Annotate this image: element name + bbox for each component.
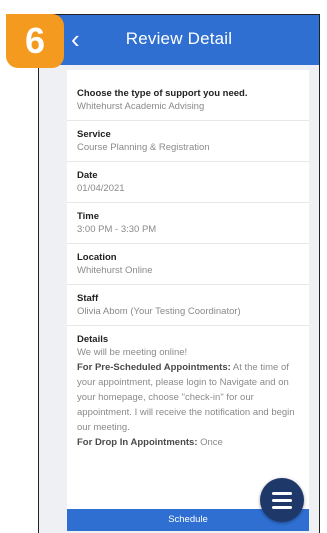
field-label: Choose the type of support you need.: [77, 88, 248, 99]
menu-icon: [272, 492, 292, 495]
field-value: 01/04/2021: [77, 183, 125, 194]
divider: [67, 284, 309, 285]
details-text: We will be meeting online! For Pre-Sched…: [67, 345, 309, 450]
field-value: Course Planning & Registration: [77, 142, 210, 153]
review-card: Choose the type of support you need. Whi…: [67, 70, 309, 530]
details-line: We will be meeting online!: [77, 347, 188, 358]
divider: [67, 120, 309, 121]
divider: [67, 161, 309, 162]
date-field: Date 01/04/2021: [67, 170, 309, 194]
details-paragraph-text: Once: [197, 437, 223, 448]
app-header: ‹ Review Detail: [39, 15, 319, 65]
details-paragraph: For Drop In Appointments: Once: [77, 435, 299, 450]
field-value: 3:00 PM - 3:30 PM: [77, 224, 157, 235]
field-label: Service: [77, 129, 111, 140]
time-field: Time 3:00 PM - 3:30 PM: [67, 211, 309, 235]
service-field: Service Course Planning & Registration: [67, 129, 309, 153]
field-label: Location: [77, 252, 117, 263]
field-label: Time: [77, 211, 100, 222]
divider: [67, 243, 309, 244]
support-type-field: Choose the type of support you need. Whi…: [67, 88, 309, 112]
details-field: Details: [67, 334, 309, 345]
divider: [67, 202, 309, 203]
staff-field: Staff Olivia Abom (Your Testing Coordina…: [67, 293, 309, 317]
step-number-badge: 6: [6, 14, 64, 68]
menu-icon: [272, 506, 292, 509]
field-label: Date: [77, 170, 98, 181]
divider: [67, 325, 309, 326]
field-value: Whitehurst Academic Advising: [77, 101, 205, 112]
field-value: Whitehurst Online: [77, 265, 153, 276]
field-label: Details: [77, 334, 109, 345]
details-paragraph: For Pre-Scheduled Appointments: At the t…: [77, 360, 299, 435]
menu-fab-button[interactable]: [260, 478, 304, 522]
page-title: Review Detail: [125, 29, 233, 48]
details-heading: For Drop In Appointments:: [77, 437, 198, 448]
menu-icon: [272, 499, 292, 502]
field-value: Olivia Abom (Your Testing Coordinator): [77, 306, 241, 317]
location-field: Location Whitehurst Online: [67, 252, 309, 276]
field-label: Staff: [77, 293, 99, 304]
details-heading: For Pre-Scheduled Appointments:: [77, 362, 231, 373]
